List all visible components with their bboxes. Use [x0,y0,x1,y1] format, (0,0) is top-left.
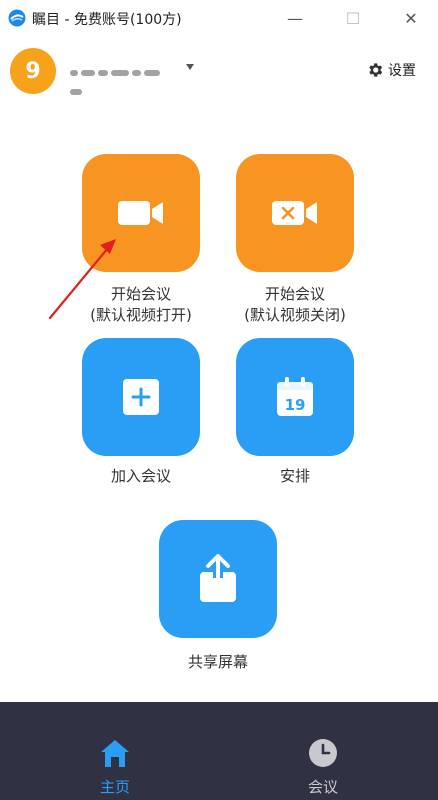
schedule-label: 安排 [279,467,310,485]
gear-icon [369,63,383,77]
minimize-button[interactable]: — [282,6,308,30]
nav-label-meetings: 会议 [307,778,338,796]
join-meeting-button[interactable] [82,338,200,456]
account-dropdown-icon[interactable] [186,64,194,70]
calendar-day: 19 [285,396,306,414]
nav-item-meetings[interactable]: 会议 [248,702,398,800]
clock-icon [309,739,337,767]
username-blurred[interactable] [70,62,176,95]
start-meeting-video-off-label: 开始会议 (默认视频关闭) [244,285,346,324]
maximize-button[interactable]: ☐ [340,6,366,30]
app-logo-icon [8,9,26,27]
plus-icon [123,379,159,415]
bottom-nav: 主页 会议 [0,702,438,800]
window-title: 瞩目 - 免费账号(100方) [32,12,182,28]
share-upload-icon [200,554,236,602]
start-meeting-video-off-button[interactable] [236,154,354,272]
video-camera-off-icon [272,201,317,225]
settings-label: 设置 [388,63,416,79]
start-meeting-video-on-label: 开始会议 (默认视频打开) [90,285,192,324]
calendar-icon: 19 [277,377,313,416]
nav-item-home[interactable]: 主页 [40,702,190,800]
schedule-button[interactable]: 19 [236,338,354,456]
settings-button[interactable]: 设置 [366,58,416,82]
nav-label-home: 主页 [99,778,130,796]
annotation-arrow-icon [48,239,116,320]
avatar[interactable]: 9 [10,48,56,94]
title-bar: 瞩目 - 免费账号(100方) — ☐ ✕ [0,0,438,36]
close-button[interactable]: ✕ [398,6,424,30]
home-icon [101,740,129,767]
start-meeting-video-on-button[interactable] [82,154,200,272]
share-screen-label: 共享屏幕 [187,653,248,671]
share-screen-button[interactable] [159,520,277,638]
join-meeting-label: 加入会议 [110,467,171,485]
video-camera-icon [118,201,163,225]
